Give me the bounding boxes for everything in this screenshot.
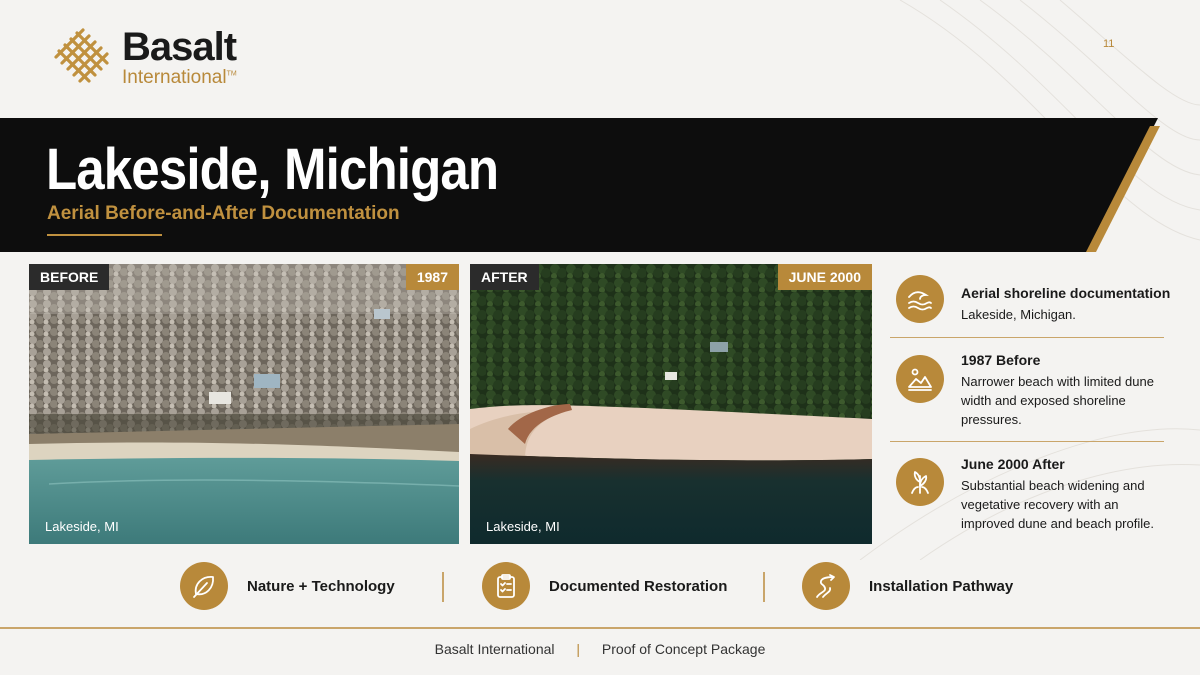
side-heading-after: June 2000 After — [961, 456, 1065, 472]
side-divider — [890, 441, 1164, 442]
footer: Basalt International | Proof of Concept … — [0, 641, 1200, 657]
before-caption: Lakeside, MI — [45, 519, 119, 534]
feature-nature-technology: Nature + Technology — [180, 562, 395, 610]
page-number: 11 — [1103, 38, 1115, 50]
after-tag: AFTER — [470, 264, 539, 290]
side-divider — [890, 337, 1164, 338]
side-body-after: Substantial beach widening and vegetativ… — [961, 478, 1154, 531]
feature-separator — [763, 572, 765, 602]
side-body-before: Narrower beach with limited dune width a… — [961, 374, 1154, 427]
pathway-icon — [802, 562, 850, 610]
leaf-icon — [180, 562, 228, 610]
brand-sub: InternationalTM — [122, 67, 237, 88]
before-photo: BEFORE 1987 Lakeside, MI — [29, 264, 459, 544]
page-title: Lakeside, Michigan — [46, 137, 499, 202]
plant-icon — [896, 458, 944, 506]
before-aerial-image — [29, 264, 459, 544]
after-aerial-image — [470, 264, 872, 544]
after-caption: Lakeside, MI — [486, 519, 560, 534]
side-body-documentation: Lakeside, Michigan. — [961, 307, 1076, 322]
footer-company: Basalt International — [434, 641, 555, 657]
footer-package: Proof of Concept Package — [601, 641, 766, 657]
side-heading-before: 1987 Before — [961, 352, 1041, 368]
feature-label: Documented Restoration — [549, 577, 728, 595]
footer-separator: | — [576, 641, 581, 657]
feature-installation-pathway: Installation Pathway — [802, 562, 1013, 610]
before-year-tag: 1987 — [405, 264, 459, 290]
after-year-tag: JUNE 2000 — [777, 264, 872, 290]
side-heading-documentation: Aerial shoreline documentation — [961, 285, 1171, 301]
feature-label: Installation Pathway — [869, 577, 1014, 595]
before-tag: BEFORE — [29, 264, 110, 290]
after-photo: AFTER JUNE 2000 Lakeside, MI — [470, 264, 872, 544]
basalt-logo-mark — [54, 28, 109, 83]
brand-name: Basalt — [122, 25, 237, 69]
wave-icon — [896, 275, 944, 323]
trademark: TM — [226, 70, 237, 78]
subtitle-underline — [47, 234, 162, 236]
feature-separator — [442, 572, 444, 602]
footer-divider — [0, 627, 1200, 629]
clipboard-icon — [482, 562, 530, 610]
page-subtitle: Aerial Before-and-After Documentation — [47, 203, 400, 224]
brand-logo: Basalt InternationalTM — [48, 22, 237, 92]
dune-icon — [896, 355, 944, 403]
feature-label: Nature + Technology — [247, 577, 395, 595]
feature-documented-restoration: Documented Restoration — [482, 562, 727, 610]
